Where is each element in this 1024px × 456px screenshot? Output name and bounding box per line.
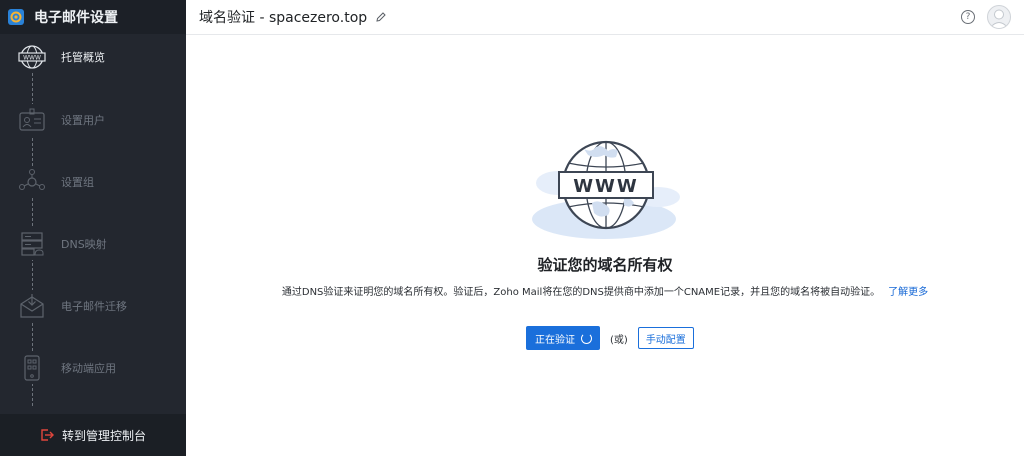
loading-spinner-icon — [581, 332, 592, 344]
verify-description: 通过DNS验证来证明您的域名所有权。验证后，Zoho Mail将在您的DNS提供… — [281, 287, 881, 298]
admin-console-label: 转到管理控制台 — [61, 428, 146, 443]
illustration-www-text: WWW — [573, 176, 639, 197]
svg-text:WWW: WWW — [23, 55, 41, 62]
actions-row: 正在验证 (或) 手动配置 — [526, 326, 694, 350]
sidebar-item-setup-users[interactable]: 设置用户 — [0, 100, 186, 140]
learn-more-link[interactable]: 了解更多 — [888, 287, 928, 298]
dns-server-icon — [16, 228, 48, 260]
sidebar-item-label: 托管概览 — [61, 51, 105, 64]
verifying-label: 正在验证 — [535, 334, 575, 346]
sidebar-item-setup-groups[interactable]: 设置组 — [0, 162, 186, 202]
sidebar-item-mobile-apps[interactable]: 移动端应用 — [0, 348, 186, 388]
app-window: 电子邮件设置 WWW 托管概览 设置用户 设置组 DNS映射 电子邮件迁移 移动… — [0, 0, 1024, 456]
edit-pencil-icon[interactable] — [375, 11, 387, 23]
or-separator: (或) — [610, 334, 628, 346]
exit-icon — [41, 429, 54, 441]
top-bar: 域名验证 - spacezero.top ? — [186, 0, 1024, 35]
settings-logo-icon — [8, 9, 24, 25]
mail-migration-icon — [16, 290, 48, 322]
help-icon[interactable]: ? — [961, 10, 975, 24]
page-title: 域名验证 - spacezero.top — [199, 10, 368, 26]
verifying-button[interactable]: 正在验证 — [526, 326, 600, 350]
www-globe-icon: WWW — [16, 41, 48, 73]
sidebar-title: 电子邮件设置 — [34, 10, 118, 26]
sidebar-item-email-migration[interactable]: 电子邮件迁移 — [0, 286, 186, 326]
manual-config-button[interactable]: 手动配置 — [637, 327, 694, 349]
sidebar-item-label: 电子邮件迁移 — [61, 300, 127, 313]
sidebar-header: 电子邮件设置 — [0, 0, 186, 34]
sidebar: 电子邮件设置 WWW 托管概览 设置用户 设置组 DNS映射 电子邮件迁移 移动… — [0, 0, 186, 456]
group-icon — [16, 166, 48, 198]
user-card-icon — [16, 104, 48, 136]
verify-description-row: 通过DNS验证来证明您的域名所有权。验证后，Zoho Mail将在您的DNS提供… — [186, 283, 1024, 298]
main-content: WWW 验证您的域名所有权 通过DNS验证来证明您的域名所有权。验证后，Zoho… — [186, 35, 1024, 456]
sidebar-item-label: DNS映射 — [61, 238, 107, 251]
sidebar-item-label: 设置用户 — [61, 114, 105, 127]
user-avatar-icon — [989, 9, 1009, 28]
admin-console-link[interactable]: 转到管理控制台 — [0, 414, 186, 456]
verify-heading: 验证您的域名所有权 — [537, 256, 673, 274]
sidebar-item-label: 设置组 — [61, 176, 94, 189]
sidebar-item-label: 移动端应用 — [61, 362, 116, 375]
sidebar-item-dns-mapping[interactable]: DNS映射 — [0, 224, 186, 264]
www-globe-illustration: WWW — [532, 140, 680, 239]
avatar[interactable] — [987, 5, 1011, 29]
sidebar-item-hosting-overview[interactable]: WWW 托管概览 — [0, 37, 186, 77]
mobile-app-icon — [16, 352, 48, 384]
